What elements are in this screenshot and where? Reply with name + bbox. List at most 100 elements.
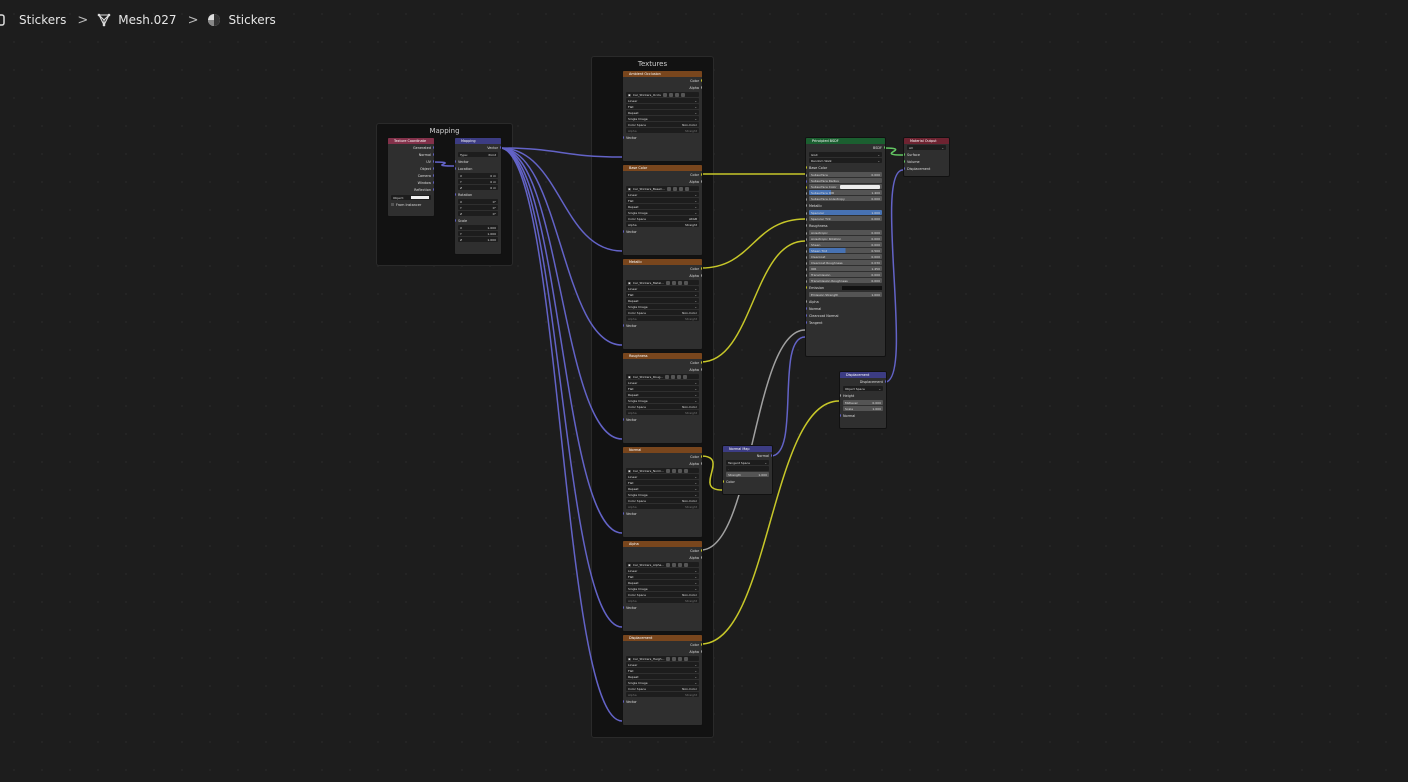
space-select[interactable]: Tangent Space ⌄	[726, 460, 769, 465]
input-socket[interactable]	[455, 160, 456, 163]
color-swatch[interactable]	[840, 184, 880, 189]
input-socket[interactable]	[806, 224, 807, 227]
select-field[interactable]: Linear ⌄	[626, 474, 699, 479]
image-button-icon[interactable]	[665, 374, 670, 379]
uv-map-field[interactable]: ·	[726, 466, 769, 471]
socket[interactable]	[806, 314, 807, 317]
socket[interactable]	[433, 160, 434, 163]
bsdf-slider[interactable]: Subsurface 0.000	[809, 172, 882, 177]
type-select[interactable]: Type: Point	[458, 152, 498, 157]
image-button-icon[interactable]	[671, 468, 676, 473]
image-button-icon[interactable]	[669, 92, 674, 97]
image-selector[interactable]: ▣ Car_Stickers_Alpha...	[626, 562, 699, 567]
breadcrumb-mesh[interactable]: Mesh.027	[97, 13, 177, 27]
select-field[interactable]: Linear ⌄	[626, 380, 699, 385]
emission-strength-slider[interactable]: Emission Strength 1.000	[809, 292, 882, 297]
displacement-node[interactable]: Displacement Displacement Object Space ⌄ …	[839, 371, 887, 429]
image-button-icon[interactable]	[684, 280, 688, 285]
socket[interactable]	[701, 455, 702, 458]
bsdf-slider[interactable]: Specular Tint 0.000	[809, 216, 882, 221]
mapping-node[interactable]: Mapping Vector Type: Point Vector Locatio…	[454, 137, 502, 255]
socket[interactable]	[623, 230, 624, 233]
select-field[interactable]: Flat ⌄	[626, 668, 699, 673]
output-socket[interactable]	[771, 454, 772, 457]
image-selector[interactable]: ▣ Car_Stickers_Norm...	[626, 468, 699, 473]
socket[interactable]	[701, 86, 702, 89]
image-button-icon[interactable]	[681, 92, 686, 97]
image-button-icon[interactable]	[684, 562, 689, 567]
socket[interactable]	[433, 174, 434, 177]
select-field[interactable]: Single Image ⌄	[626, 210, 699, 215]
scale-x-field[interactable]: X 1.000	[458, 225, 498, 230]
color-space-select[interactable]: Color Space Non-Color	[626, 310, 699, 315]
socket[interactable]	[701, 549, 702, 552]
select-field[interactable]: Repeat ⌄	[626, 580, 699, 585]
socket[interactable]	[806, 300, 807, 303]
alpha-mode-select[interactable]: Alpha Straight	[626, 410, 699, 415]
socket[interactable]	[433, 181, 434, 184]
socket[interactable]	[904, 160, 905, 163]
image-button-icon[interactable]	[677, 374, 682, 379]
socket[interactable]	[806, 186, 807, 189]
select-field[interactable]: Flat ⌄	[626, 198, 699, 203]
image-button-icon[interactable]	[672, 280, 676, 285]
bsdf-slider[interactable]: Subsurface Radius	[809, 178, 882, 183]
image-button-icon[interactable]	[684, 656, 689, 661]
bsdf-slider[interactable]: Subsurface IOR 1.400	[809, 190, 882, 195]
socket[interactable]	[623, 418, 624, 421]
alpha-mode-select[interactable]: Alpha Straight	[626, 692, 699, 697]
image-button-icon[interactable]	[677, 468, 682, 473]
socket[interactable]	[806, 321, 807, 324]
socket[interactable]	[701, 361, 702, 364]
image-texture-node[interactable]: Displacement Color Alpha ▣ Car_Stickers_Heig…	[622, 634, 703, 726]
socket[interactable]	[806, 212, 807, 215]
color-space-select[interactable]: Color Space sRGB	[626, 216, 699, 221]
image-selector[interactable]: ▣ Car_Stickers_Metal...	[626, 280, 699, 285]
socket[interactable]	[701, 462, 702, 465]
principled-bsdf-node[interactable]: Principled BSDF BSDF GGX ⌄ Random Walk ⌄ B…	[805, 137, 886, 357]
select-field[interactable]: Linear ⌄	[626, 286, 699, 291]
socket[interactable]	[623, 136, 624, 139]
select-field[interactable]: Linear ⌄	[626, 98, 699, 103]
select-field[interactable]: Linear ⌄	[626, 662, 699, 667]
socket[interactable]	[701, 650, 702, 653]
socket[interactable]	[806, 262, 807, 265]
image-button-icon[interactable]	[678, 656, 683, 661]
select-field[interactable]: Repeat ⌄	[626, 110, 699, 115]
strength-slider[interactable]: Strength 1.000	[726, 472, 769, 477]
select-field[interactable]: Linear ⌄	[626, 568, 699, 573]
color-space-select[interactable]: Color Space Non-Color	[626, 686, 699, 691]
output-socket[interactable]	[884, 146, 885, 149]
socket[interactable]	[806, 174, 807, 177]
scale-y-field[interactable]: Y 1.000	[458, 231, 498, 236]
socket[interactable]	[701, 368, 702, 371]
image-button-icon[interactable]	[663, 92, 668, 97]
socket[interactable]	[701, 180, 702, 183]
image-button-icon[interactable]	[678, 562, 683, 567]
bsdf-slider[interactable]: Clearcoat Roughness 0.030	[809, 260, 882, 265]
socket[interactable]	[623, 700, 624, 703]
select-field[interactable]: Single Image ⌄	[626, 680, 699, 685]
select-field[interactable]: Single Image ⌄	[626, 492, 699, 497]
select-field[interactable]: Single Image ⌄	[626, 304, 699, 309]
image-texture-node[interactable]: Roughness Color Alpha ▣ Car_Stickers_Roug...…	[622, 352, 703, 444]
socket[interactable]	[623, 324, 624, 327]
image-button-icon[interactable]	[673, 186, 678, 191]
color-space-select[interactable]: Color Space Non-Color	[626, 592, 699, 597]
socket[interactable]	[433, 188, 434, 191]
bsdf-slider[interactable]: Sheen 0.000	[809, 242, 882, 247]
select-field[interactable]: Flat ⌄	[626, 292, 699, 297]
bsdf-slider[interactable]: Subsurface Anisotropy 0.000	[809, 196, 882, 201]
texture-coordinate-node[interactable]: Texture Coordinate Generated Normal UV Obje…	[387, 137, 435, 217]
image-button-icon[interactable]	[666, 656, 671, 661]
socket[interactable]	[806, 256, 807, 259]
socket[interactable]	[433, 153, 434, 156]
select-field[interactable]: Flat ⌄	[626, 386, 699, 391]
socket[interactable]	[455, 167, 456, 170]
select-field[interactable]: Single Image ⌄	[626, 116, 699, 121]
alpha-mode-select[interactable]: Alpha Straight	[626, 598, 699, 603]
image-texture-node[interactable]: Base Color Color Alpha ▣ Car_Stickers_BaseC.…	[622, 164, 703, 256]
bsdf-slider[interactable]: IOR 1.450	[809, 266, 882, 271]
bsdf-slider[interactable]: Anisotropic Rotation 0.000	[809, 236, 882, 241]
from-instancer-checkbox[interactable]: From Instancer	[388, 201, 434, 208]
